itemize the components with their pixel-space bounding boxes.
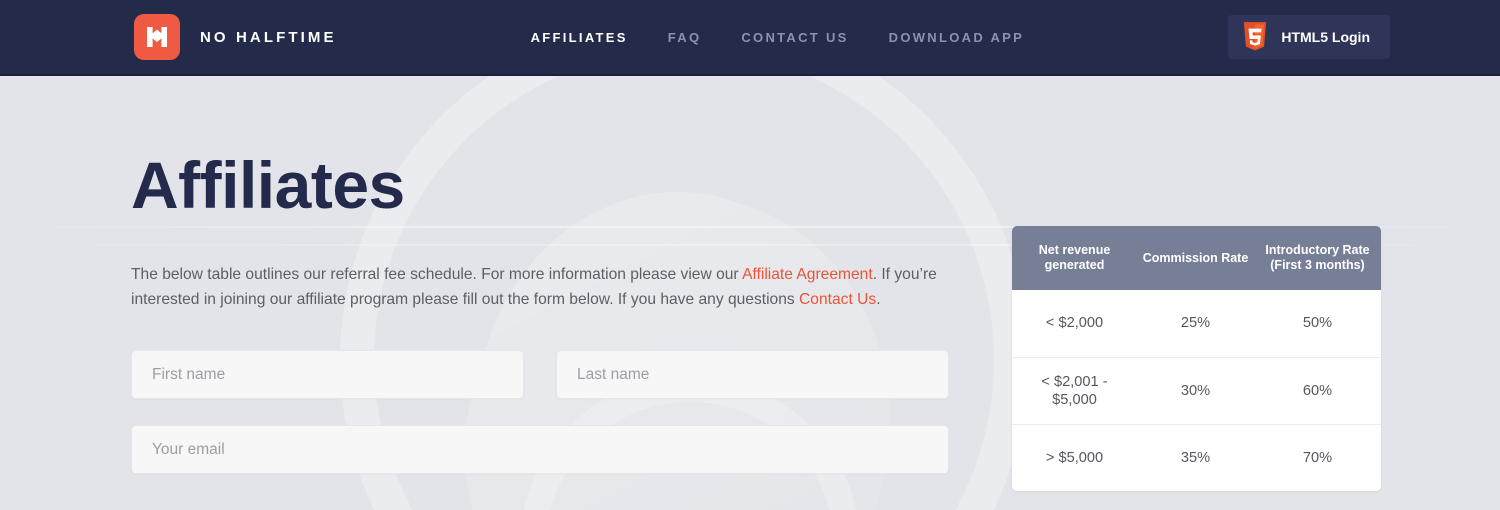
rate-row-1-tier-line2: $5,000	[1052, 391, 1097, 408]
affiliate-signup-form	[131, 350, 969, 399]
rate-row-0-commission: 25%	[1180, 315, 1211, 332]
rate-table-head: Net revenue generated Commission Rate In…	[1012, 226, 1381, 290]
no-halftime-m-logo-icon	[134, 14, 180, 60]
rate-row-1-tier: < $2,001 - $5,000	[1012, 356, 1137, 424]
rate-row-0-tier: < $2,000	[1012, 290, 1137, 357]
header-commission-line1: Commission Rate	[1142, 250, 1249, 265]
referral-rate-table-container: Net revenue generated Commission Rate In…	[1012, 226, 1381, 491]
html5-login-button[interactable]: HTML5 Login	[1228, 15, 1390, 59]
intro-text-part-3: .	[876, 291, 881, 308]
header-net-revenue-line2: generated	[1044, 258, 1105, 272]
intro-paragraph: The below table outlines our referral fe…	[131, 262, 959, 312]
site-header: NO HALFTIME AFFILIATES FAQ CONTACT US DO…	[0, 0, 1500, 76]
rate-row-1-commission: 30%	[1137, 356, 1254, 424]
rate-table-header-introductory-rate: Introductory Rate (First 3 months)	[1254, 226, 1381, 290]
rate-row-2-tier: > $5,000	[1012, 423, 1137, 491]
brand-logo-link[interactable]: NO HALFTIME	[134, 14, 337, 60]
intro-text-part-1: The below table outlines our referral fe…	[131, 266, 743, 283]
header-introductory-line2: (First 3 months)	[1270, 258, 1365, 272]
referral-rate-table: Net revenue generated Commission Rate In…	[1012, 226, 1381, 491]
nav-item-contact-us[interactable]: CONTACT US	[741, 30, 848, 45]
email-input[interactable]	[131, 425, 949, 474]
last-name-input[interactable]	[556, 350, 949, 399]
table-row: > $5,000 35% 70%	[1012, 423, 1381, 491]
rate-table-header-net-revenue: Net revenue generated	[1012, 226, 1137, 290]
content-row: The below table outlines our referral fe…	[131, 226, 1381, 491]
rate-row-0-tier-line1: < $2,000	[1045, 315, 1104, 332]
nav-item-faq[interactable]: FAQ	[668, 30, 702, 45]
rate-row-2-introductory: 70%	[1254, 423, 1381, 491]
html5-login-label: HTML5 Login	[1281, 29, 1370, 45]
rate-row-2-tier-line1: > $5,000	[1045, 449, 1104, 466]
table-row: < $2,000 25% 50%	[1012, 290, 1381, 357]
main-navigation: AFFILIATES FAQ CONTACT US DOWNLOAD APP	[531, 30, 1024, 45]
rate-table-header-commission-rate: Commission Rate	[1137, 226, 1254, 290]
rate-row-0-introductory: 50%	[1302, 315, 1333, 332]
html5-shield-icon	[1244, 22, 1267, 51]
header-introductory-line1: Introductory Rate	[1265, 243, 1370, 257]
rate-row-1-introductory: 60%	[1254, 356, 1381, 424]
affiliate-agreement-link[interactable]: Affiliate Agreement	[742, 266, 873, 283]
page-title: Affiliates	[131, 148, 405, 222]
table-row: < $2,001 - $5,000 30% 60%	[1012, 356, 1381, 424]
left-column: The below table outlines our referral fe…	[131, 262, 969, 474]
header-net-revenue-line1: Net revenue	[1038, 243, 1111, 257]
rate-row-2-commission: 35%	[1137, 423, 1254, 491]
rate-row-1-tier-line1: < $2,001 -	[1041, 373, 1108, 390]
rate-table-body: < $2,000 25% 50% < $2,001 - $5,000 30% 6…	[1012, 290, 1381, 491]
brand-name: NO HALFTIME	[200, 28, 337, 46]
page-content: Affiliates The below table outlines our …	[0, 152, 1500, 491]
first-name-input[interactable]	[131, 350, 524, 399]
contact-us-link[interactable]: Contact Us	[799, 291, 876, 308]
nav-item-affiliates[interactable]: AFFILIATES	[531, 30, 628, 45]
rate-table-header-row: Net revenue generated Commission Rate In…	[1012, 226, 1381, 290]
nav-item-download-app[interactable]: DOWNLOAD APP	[889, 30, 1024, 45]
